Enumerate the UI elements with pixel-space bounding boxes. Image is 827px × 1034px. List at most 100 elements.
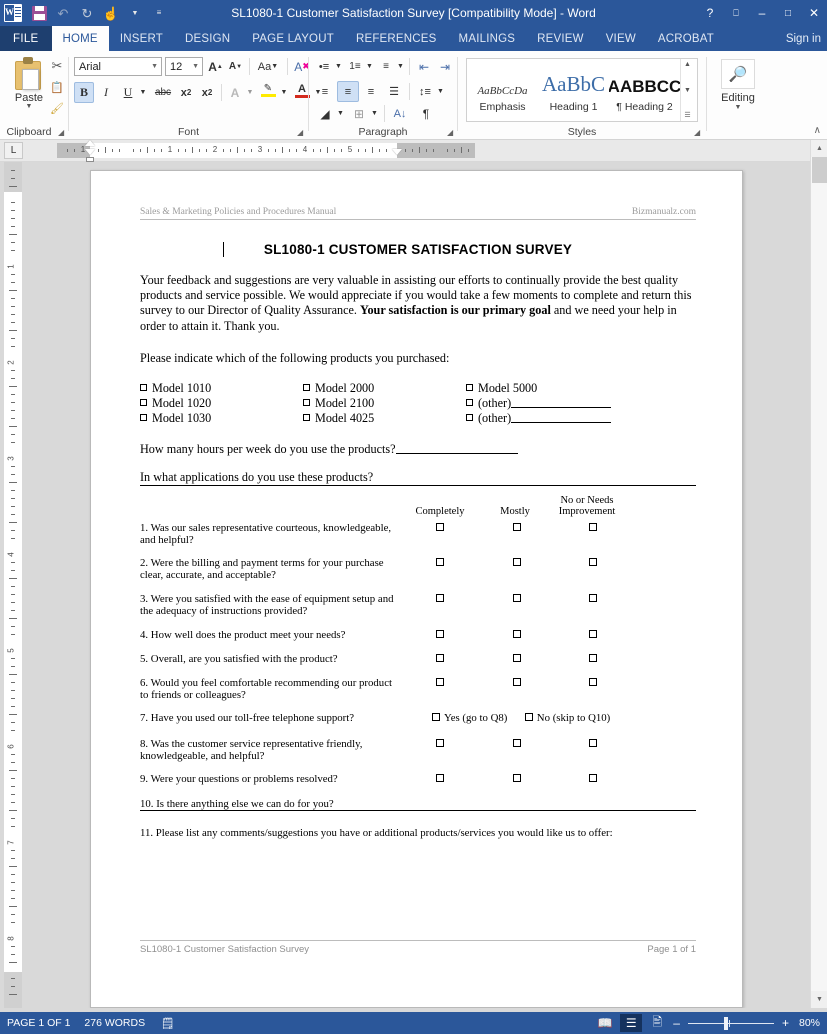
checkbox-icon[interactable] <box>513 593 521 602</box>
numbering-icon[interactable]: 1≡ <box>345 56 365 77</box>
checkbox-icon[interactable] <box>436 773 444 782</box>
format-painter-icon[interactable]: 🖌 <box>46 98 68 118</box>
borders-dropdown-icon[interactable]: ▼ <box>370 103 379 124</box>
scrollbar-thumb[interactable] <box>812 157 827 183</box>
style-heading-2[interactable]: AABBCC ¶ Heading 2 <box>609 59 680 121</box>
restore-button[interactable]: □ <box>775 0 801 26</box>
document-canvas[interactable]: Sales & Marketing Policies and Procedure… <box>26 162 811 1008</box>
align-left-icon[interactable]: ≡ <box>314 81 336 102</box>
sign-in-link[interactable]: Sign in <box>786 26 821 51</box>
tab-acrobat[interactable]: ACROBAT <box>647 26 725 51</box>
checkbox-icon[interactable] <box>303 398 310 406</box>
checkbox-icon[interactable] <box>589 773 597 782</box>
align-center-icon[interactable]: ≡ <box>337 81 359 102</box>
highlight-color-icon[interactable]: ✎ <box>257 80 279 101</box>
checkbox-icon[interactable] <box>589 557 597 566</box>
customize-qat-icon[interactable]: ≡ <box>148 2 170 24</box>
styles-dialog-launcher[interactable]: ◢ <box>694 128 700 137</box>
tab-mailings[interactable]: MAILINGS <box>448 26 527 51</box>
checkbox-icon[interactable] <box>589 629 597 638</box>
increase-indent-icon[interactable]: ⇥ <box>435 56 455 77</box>
tab-references[interactable]: REFERENCES <box>345 26 448 51</box>
tab-file[interactable]: FILE <box>0 26 52 51</box>
checkbox-icon[interactable] <box>303 383 310 391</box>
line-spacing-icon[interactable]: ↕≡ <box>414 81 436 102</box>
styles-gallery[interactable]: AaBbCcDa Emphasis AaBbC Heading 1 AABBCC… <box>466 58 698 122</box>
tab-view[interactable]: VIEW <box>595 26 647 51</box>
italic-button[interactable]: I <box>96 82 116 103</box>
checkbox-icon[interactable] <box>436 629 444 638</box>
zoom-out-button[interactable]: – <box>672 1016 681 1030</box>
editing-button[interactable]: 🔎 Editing ▼ <box>714 59 762 111</box>
read-mode-button[interactable]: 📖 <box>594 1014 616 1032</box>
horizontal-ruler[interactable]: 1 1 2 3 4 5 <box>57 140 475 162</box>
checkbox-icon[interactable] <box>436 738 444 747</box>
checkbox-icon[interactable] <box>436 557 444 566</box>
bullets-icon[interactable]: •≡ <box>314 56 334 77</box>
scroll-up-icon[interactable]: ▲ <box>811 140 827 157</box>
first-line-indent-marker[interactable] <box>85 140 95 146</box>
gallery-scroll-down-icon[interactable]: ▼ <box>681 86 694 95</box>
shading-dropdown-icon[interactable]: ▼ <box>336 103 345 124</box>
checkbox-icon[interactable] <box>589 677 597 686</box>
line-spacing-dropdown-icon[interactable]: ▼ <box>436 81 445 102</box>
word-count[interactable]: 276 WORDS <box>84 1017 145 1029</box>
web-layout-button[interactable]: 🖹 <box>646 1014 668 1032</box>
checkbox-icon[interactable] <box>513 629 521 638</box>
checkbox-icon[interactable] <box>513 557 521 566</box>
proofing-errors-icon[interactable]: 🗒 <box>159 1016 176 1031</box>
subscript-button[interactable]: x2 <box>176 82 196 103</box>
checkbox-icon[interactable] <box>513 677 521 686</box>
checkbox-icon[interactable] <box>140 398 147 406</box>
text-effects-dropdown-icon[interactable]: ▼ <box>245 82 255 103</box>
checkbox-icon[interactable] <box>466 398 473 406</box>
other-input-line[interactable] <box>511 412 612 423</box>
checkbox-icon[interactable] <box>436 593 444 602</box>
font-size-box[interactable]: 12 ▼ <box>165 57 203 76</box>
cut-icon[interactable]: ✂ <box>46 56 68 76</box>
checkbox-icon[interactable] <box>524 712 533 721</box>
shading-icon[interactable]: ◢ <box>314 103 336 124</box>
underline-button[interactable]: U <box>118 82 138 103</box>
checkbox-icon[interactable] <box>513 738 521 747</box>
print-layout-button[interactable]: ☰ <box>620 1014 643 1032</box>
gallery-scroll-up-icon[interactable]: ▲ <box>681 60 694 69</box>
chevron-down-icon[interactable]: ▼ <box>192 63 199 70</box>
tab-home[interactable]: HOME <box>51 26 109 51</box>
tab-review[interactable]: REVIEW <box>526 26 595 51</box>
checkbox-icon[interactable] <box>140 383 147 391</box>
checkbox-icon[interactable] <box>589 653 597 662</box>
document-page[interactable]: Sales & Marketing Policies and Procedure… <box>90 170 743 1008</box>
vertical-scrollbar[interactable]: ▲ ▼ <box>810 140 827 1008</box>
vertical-ruler[interactable]: 1 2 3 4 5 6 7 8 <box>4 162 22 1008</box>
highlight-dropdown-icon[interactable]: ▼ <box>279 82 289 103</box>
zoom-slider[interactable] <box>687 1016 774 1030</box>
tab-page-layout[interactable]: PAGE LAYOUT <box>241 26 345 51</box>
checkbox-icon[interactable] <box>589 522 597 531</box>
minimize-button[interactable]: – <box>749 0 775 26</box>
font-dialog-launcher[interactable]: ◢ <box>297 128 303 137</box>
tab-insert[interactable]: INSERT <box>109 26 174 51</box>
save-icon[interactable] <box>28 2 50 24</box>
ribbon-display-options-icon[interactable]: ⎕ <box>723 0 749 26</box>
font-name-box[interactable]: Arial ▼ <box>74 57 162 76</box>
styles-gallery-scroll[interactable]: ▲ ▼ ☰ <box>680 59 694 121</box>
undo-icon[interactable]: ↶ <box>52 2 74 24</box>
zoom-in-button[interactable]: + <box>781 1016 790 1030</box>
chevron-down-icon[interactable]: ▼ <box>26 103 33 110</box>
scrollbar-track[interactable] <box>811 157 827 991</box>
touch-mode-icon[interactable]: ☝ <box>100 2 122 24</box>
checkbox-icon[interactable] <box>140 413 147 421</box>
decrease-indent-icon[interactable]: ⇤ <box>414 56 434 77</box>
borders-icon[interactable]: ⊞ <box>348 103 370 124</box>
gallery-more-icon[interactable]: ☰ <box>681 111 694 120</box>
checkbox-icon[interactable] <box>589 593 597 602</box>
grow-font-button[interactable]: A ▲ <box>206 56 225 77</box>
tab-stop-selector[interactable]: L <box>4 142 23 159</box>
checkbox-icon[interactable] <box>303 413 310 421</box>
checkbox-icon[interactable] <box>466 413 473 421</box>
justify-icon[interactable]: ☰ <box>383 81 405 102</box>
hours-input-line[interactable] <box>395 443 518 454</box>
paragraph-dialog-launcher[interactable]: ◢ <box>447 128 453 137</box>
copy-icon[interactable]: 📋 <box>46 77 68 97</box>
